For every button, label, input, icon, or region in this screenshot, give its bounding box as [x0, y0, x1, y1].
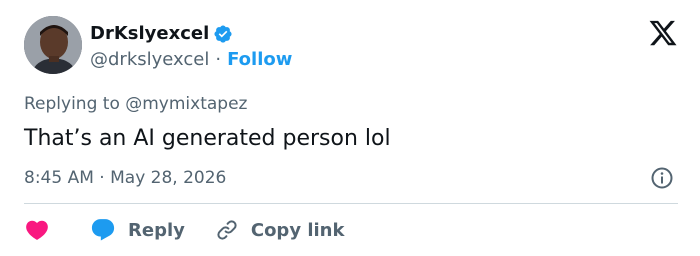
tweet-date: May 28, 2026	[110, 168, 227, 188]
tweet-time: 8:45 AM	[24, 168, 94, 188]
divider	[24, 203, 678, 204]
speech-bubble-icon	[91, 219, 115, 241]
verified-badge-icon	[214, 25, 232, 43]
heart-icon[interactable]	[24, 217, 50, 243]
meta-separator: ·	[99, 168, 105, 188]
copy-link-label: Copy link	[250, 219, 345, 241]
tweet-text: That’s an AI generated person lol	[24, 126, 391, 151]
user-info: DrKslyexcel @drkslyexcel · Follow	[90, 22, 292, 72]
info-icon[interactable]	[650, 166, 674, 190]
tweet-card: DrKslyexcel @drkslyexcel · Follow Replyi…	[0, 0, 700, 256]
display-name[interactable]: DrKslyexcel	[90, 22, 209, 46]
reply-button[interactable]: Reply	[90, 217, 185, 243]
user-handle[interactable]: @drkslyexcel	[90, 48, 209, 72]
copy-link-button[interactable]: Copy link	[215, 218, 345, 242]
x-logo-icon[interactable]	[648, 18, 678, 48]
reply-label: Reply	[128, 219, 185, 241]
replying-to: Replying to @mymixtapez	[24, 94, 248, 114]
link-icon	[217, 220, 237, 240]
action-bar: Reply Copy link	[24, 214, 344, 246]
follow-button[interactable]: Follow	[227, 48, 292, 72]
handle-separator: ·	[215, 49, 222, 70]
avatar[interactable]	[24, 16, 82, 74]
tweet-timestamp[interactable]: 8:45 AM · May 28, 2026	[24, 166, 226, 190]
avatar-image	[24, 16, 82, 74]
